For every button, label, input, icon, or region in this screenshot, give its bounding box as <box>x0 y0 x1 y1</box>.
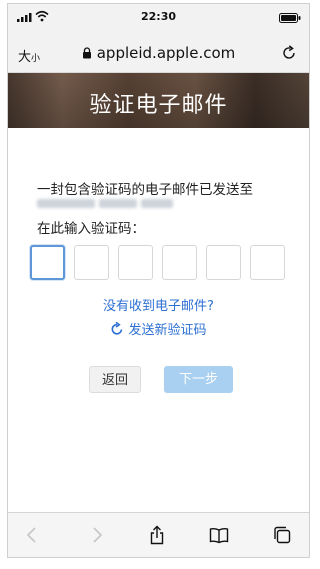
url-text: appleid.apple.com <box>96 44 236 62</box>
code-digit-input[interactable] <box>118 245 153 280</box>
code-digit-input[interactable] <box>250 245 285 280</box>
share-icon[interactable] <box>147 525 167 545</box>
status-bar: 22:30 <box>8 4 309 34</box>
tabs-icon[interactable] <box>272 525 292 545</box>
code-prompt: 在此输入验证码： <box>37 221 145 237</box>
next-button[interactable]: 下一步 <box>164 366 233 393</box>
refresh-icon <box>112 322 123 335</box>
code-digit-input[interactable] <box>206 245 241 280</box>
code-digit-input[interactable] <box>74 245 109 280</box>
bookmarks-icon[interactable] <box>209 525 229 545</box>
browser-toolbar <box>8 512 309 557</box>
back-icon[interactable] <box>23 525 43 545</box>
no-email-link[interactable]: 没有收到电子邮件? <box>8 295 309 314</box>
sent-message: 一封包含验证码的电子邮件已发送至 <box>37 182 253 198</box>
address-bar[interactable]: 大小 appleid.apple.com <box>8 34 309 73</box>
code-input-group <box>30 245 292 283</box>
code-digit-input[interactable] <box>30 245 65 280</box>
battery-icon <box>279 13 301 23</box>
redacted-email <box>37 199 173 210</box>
code-digit-input[interactable] <box>162 245 197 280</box>
title-banner: 验证电子邮件 <box>8 73 309 128</box>
browser-window: 22:30 大小 appleid.apple.com 验证电子邮件 一封包含验证… <box>7 3 310 558</box>
back-button[interactable]: 返回 <box>89 366 141 393</box>
page-title: 验证电子邮件 <box>89 93 228 118</box>
resend-code-link[interactable]: 发送新验证码 <box>8 319 309 338</box>
url-field[interactable]: appleid.apple.com <box>8 44 309 62</box>
resend-label: 发送新验证码 <box>128 323 207 338</box>
forward-icon[interactable] <box>86 525 106 545</box>
status-time: 22:30 <box>140 10 176 23</box>
reload-icon[interactable] <box>281 45 297 61</box>
lock-icon <box>82 47 91 59</box>
